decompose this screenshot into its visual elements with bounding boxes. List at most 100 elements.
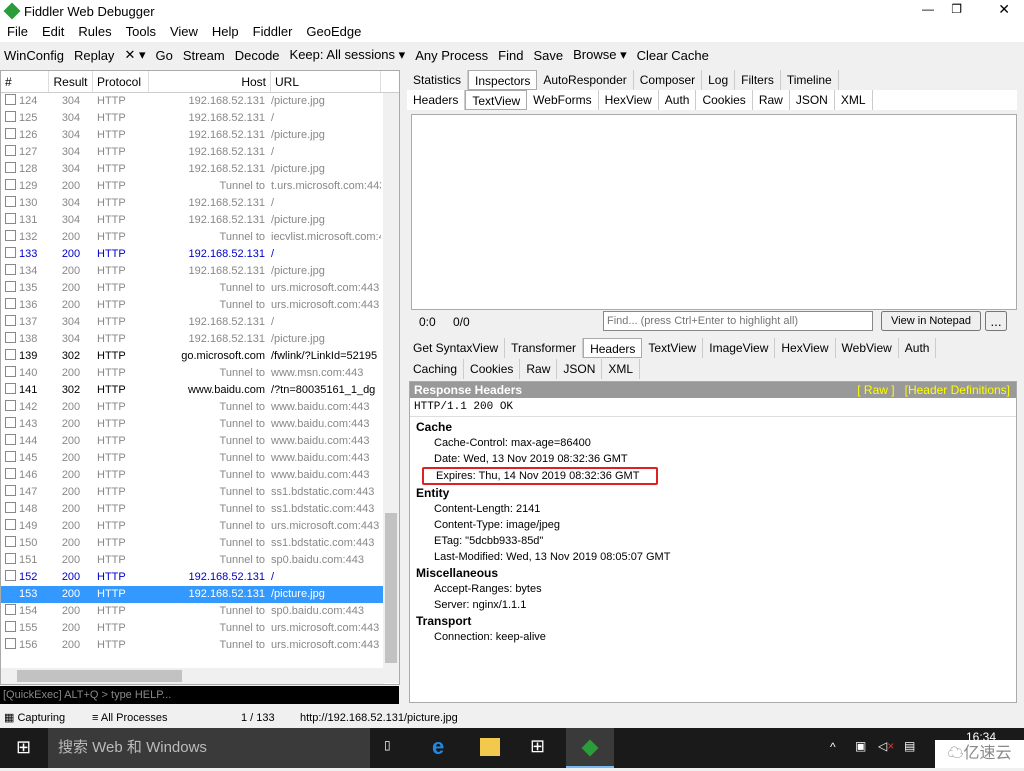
tab-statistics[interactable]: Statistics — [407, 70, 469, 90]
header-definitions-link[interactable]: [Header Definitions] — [905, 383, 1010, 397]
replay-button[interactable]: ✕ ▾ — [124, 47, 145, 63]
tab-textview[interactable]: TextView — [642, 338, 704, 358]
menu-fiddler[interactable]: Fiddler — [253, 24, 293, 39]
more-button[interactable]: ... — [985, 311, 1007, 331]
keep-sessions-button[interactable]: Any Process — [415, 48, 488, 63]
stream-button[interactable]: Decode — [235, 48, 280, 63]
menu-file[interactable]: File — [7, 24, 28, 39]
header-item[interactable]: Date: Wed, 13 Nov 2019 08:32:36 GMT — [410, 451, 1016, 467]
session-row[interactable]: 125 304 HTTP 192.168.52.131 / — [1, 110, 399, 127]
session-row[interactable]: 156 200 HTTP Tunnel to urs.microsoft.com:443 — [1, 637, 399, 654]
tab-auth[interactable]: Auth — [659, 90, 697, 110]
header-item[interactable]: Server: nginx/1.1.1 — [410, 597, 1016, 613]
session-row[interactable]: 134 200 HTTP 192.168.52.131/picture.jpg — [1, 263, 399, 280]
volume-muted-icon[interactable]: ◁× — [878, 739, 894, 753]
menu-tools[interactable]: Tools — [126, 24, 156, 39]
horizontal-scrollbar[interactable] — [1, 668, 384, 684]
comment-button[interactable]: Replay — [74, 48, 114, 63]
file-explorer-icon[interactable] — [480, 738, 500, 756]
session-row[interactable]: 141 302 HTTP www.baidu.com /?tn=80035161_1_d… — [1, 382, 399, 399]
tab-log[interactable]: Log — [702, 70, 736, 90]
header-item[interactable]: Last-Modified: Wed, 13 Nov 2019 08:05:07… — [410, 549, 1016, 565]
find-input[interactable] — [603, 311, 873, 331]
session-row[interactable]: 140 200 HTTP Tunnel to www.msn.com:443 — [1, 365, 399, 382]
session-row[interactable]: 135 200 HTTP Tunnel to urs.microsoft.com:443 — [1, 280, 399, 297]
column-header-protocol[interactable]: Protocol — [93, 71, 149, 92]
tab-raw[interactable]: Raw — [520, 359, 558, 379]
session-row[interactable]: 149 200 HTTP Tunnel to urs.microsoft.com:443 — [1, 518, 399, 535]
any-process-button[interactable]: Find — [498, 48, 523, 63]
close-button[interactable]: ✕ — [998, 1, 1010, 18]
session-row[interactable]: 154 200 HTTP Tunnel to sp0.baidu.com:443 — [1, 603, 399, 620]
tab-webview[interactable]: WebView — [836, 338, 899, 358]
tab-xml[interactable]: XML — [602, 359, 641, 379]
vertical-scrollbar[interactable] — [383, 93, 399, 683]
column-header-result[interactable]: Result — [49, 71, 93, 92]
store-icon[interactable]: ⊞ — [530, 736, 545, 757]
header-group-transport[interactable]: Transport — [410, 613, 1016, 629]
tab-cookies[interactable]: Cookies — [696, 90, 753, 110]
tab-timeline[interactable]: Timeline — [781, 70, 839, 90]
session-row[interactable]: 126 304 HTTP 192.168.52.131/picture.jpg — [1, 127, 399, 144]
session-row[interactable]: 129 200 HTTP Tunnel to t.urs.microsoft.com:4… — [1, 178, 399, 195]
start-button[interactable]: ⊞ — [16, 737, 31, 758]
tab-cookies[interactable]: Cookies — [464, 359, 521, 379]
tab-caching[interactable]: Caching — [407, 359, 465, 379]
raw-link[interactable]: [ Raw ] — [857, 383, 894, 397]
quickexec-input[interactable]: [QuickExec] ALT+Q > type HELP... — [0, 686, 399, 704]
session-row[interactable]: 130 304 HTTP 192.168.52.131 / — [1, 195, 399, 212]
session-row[interactable]: 151 200 HTTP Tunnel to sp0.baidu.com:443 — [1, 552, 399, 569]
tab-hexview[interactable]: HexView — [775, 338, 836, 358]
session-row[interactable]: 148 200 HTTP Tunnel to ss1.bdstatic.com:443 — [1, 501, 399, 518]
maximize-button[interactable]: ❐ — [951, 2, 962, 16]
header-item[interactable]: Content-Type: image/jpeg — [410, 517, 1016, 533]
tab-get-syntaxview[interactable]: Get SyntaxView — [407, 338, 506, 358]
column-header-number[interactable]: # — [1, 71, 49, 92]
edge-icon[interactable]: e — [432, 734, 444, 760]
session-row[interactable]: 127 304 HTTP 192.168.52.131 / — [1, 144, 399, 161]
session-row[interactable]: 139 302 HTTP go.microsoft.com/fwlink/?LinkI… — [1, 348, 399, 365]
tab-xml[interactable]: XML — [835, 90, 873, 110]
tab-textview[interactable]: TextView — [465, 90, 528, 110]
capturing-indicator[interactable]: ▦ Capturing — [4, 708, 65, 728]
tab-raw[interactable]: Raw — [753, 90, 790, 110]
header-item[interactable]: Accept-Ranges: bytes — [410, 581, 1016, 597]
session-row[interactable]: 138 304 HTTP 192.168.52.131/picture.jpg — [1, 331, 399, 348]
session-row[interactable]: 144 200 HTTP Tunnel to www.baidu.com:443 — [1, 433, 399, 450]
tab-autoresponder[interactable]: AutoResponder — [537, 70, 634, 90]
request-textview[interactable] — [411, 114, 1017, 310]
screenshot-button[interactable]: Browse ▾ — [573, 47, 627, 63]
search-box[interactable]: 搜索 Web 和 Windows — [48, 728, 370, 768]
menu-edit[interactable]: Edit — [42, 24, 64, 39]
tab-webforms[interactable]: WebForms — [527, 90, 599, 110]
session-row[interactable]: 147 200 HTTP Tunnel to ss1.bdstatic.com:443 — [1, 484, 399, 501]
header-item[interactable]: Connection: keep-alive — [410, 629, 1016, 645]
view-in-notepad-button[interactable]: View in Notepad — [881, 311, 981, 331]
menu-rules[interactable]: Rules — [78, 24, 111, 39]
notification-icon[interactable]: ▤ — [904, 739, 915, 753]
tab-headers[interactable]: Headers — [583, 338, 643, 358]
session-row[interactable]: 133 200 HTTP 192.168.52.131 / — [1, 246, 399, 263]
header-group-entity[interactable]: Entity — [410, 485, 1016, 501]
tray-chevron-icon[interactable]: ^ — [830, 740, 836, 754]
tab-filters[interactable]: Filters — [735, 70, 781, 90]
session-row[interactable]: 137 304 HTTP 192.168.52.131 / — [1, 314, 399, 331]
network-icon[interactable]: ▣ — [855, 739, 866, 753]
session-row[interactable]: 128 304 HTTP 192.168.52.131/picture.jpg — [1, 161, 399, 178]
browse-button[interactable]: Clear Cache — [637, 48, 709, 63]
minimize-button[interactable]: — — [922, 2, 934, 16]
header-group-miscellaneous[interactable]: Miscellaneous — [410, 565, 1016, 581]
menu-help[interactable]: Help — [212, 24, 239, 39]
menu-geoedge[interactable]: GeoEdge — [306, 24, 361, 39]
session-row[interactable]: 142 200 HTTP Tunnel to www.baidu.com:443 — [1, 399, 399, 416]
tab-json[interactable]: JSON — [790, 90, 835, 110]
session-row[interactable]: 145 200 HTTP Tunnel to www.baidu.com:443 — [1, 450, 399, 467]
header-item[interactable]: ETag: "5dcbb933-85d" — [410, 533, 1016, 549]
tab-composer[interactable]: Composer — [634, 70, 703, 90]
tab-inspectors[interactable]: Inspectors — [468, 70, 538, 90]
session-row[interactable]: 132 200 HTTP Tunnel to iecvlist.microsoft.co… — [1, 229, 399, 246]
go-button[interactable]: Stream — [183, 48, 225, 63]
header-item-highlighted[interactable]: Expires: Thu, 14 Nov 2019 08:32:36 GMT — [422, 467, 658, 485]
header-item[interactable]: Content-Length: 2141 — [410, 501, 1016, 517]
session-row[interactable]: 124 304 HTTP 192.168.52.131/picture.jpg — [1, 93, 399, 110]
